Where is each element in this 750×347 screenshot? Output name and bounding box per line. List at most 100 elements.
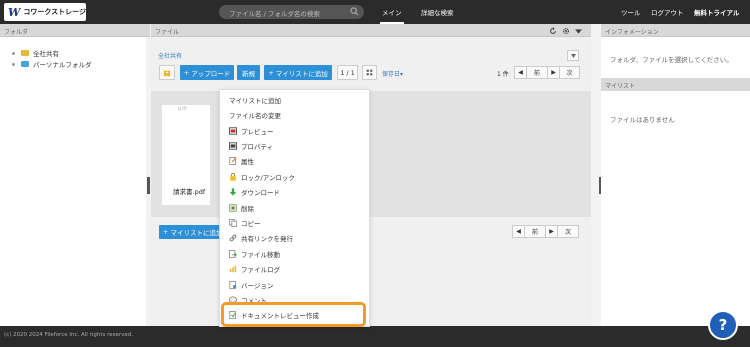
tree-item-personal-folder[interactable]: パーソナルフォルダ (12, 59, 92, 69)
logo-text: コワークストレージ (23, 8, 87, 16)
link-icon (229, 234, 237, 242)
download-icon (229, 188, 237, 196)
ctx-label: 属性 (241, 158, 254, 166)
attribute-icon (229, 157, 237, 165)
search-input[interactable]: ファイル名 / フォルダ名の検索 (219, 5, 364, 19)
upload-label: アップロード (191, 69, 231, 78)
ctx-label: 共有リンクを発行 (241, 235, 293, 243)
gear-icon[interactable] (562, 27, 570, 35)
new-button[interactable]: 新規 (237, 65, 260, 80)
help-button[interactable]: ? (708, 310, 738, 340)
ctx-rename[interactable]: ファイル名の変更 (229, 110, 281, 120)
ctx-properties[interactable]: プロパティ (229, 141, 273, 151)
prev-arrow-icon[interactable]: ◀ (513, 226, 525, 237)
new-label: 新規 (242, 69, 255, 78)
lock-icon (230, 173, 236, 181)
top-header: W コワークストレージ ファイル名 / フォルダ名の検索 メイン 詳細な検索 ツ… (0, 0, 750, 24)
info-panel-title: インフォメーション (605, 29, 659, 36)
grid-view-button[interactable] (362, 65, 377, 80)
nav-free-trial[interactable]: 無料トライアル (694, 7, 739, 17)
app-logo[interactable]: W コワークストレージ (4, 3, 86, 21)
prev-arrow-icon[interactable]: ◀ (515, 67, 527, 78)
chevron-down-icon (571, 54, 576, 58)
left-splitter-handle[interactable] (147, 177, 150, 194)
ctx-delete[interactable]: 削除 (229, 203, 254, 213)
file-name[interactable]: 請求書.pdf (173, 186, 205, 196)
file-panel-title: ファイル (155, 29, 180, 36)
folder-tree-panel (0, 37, 150, 326)
log-icon (229, 265, 237, 273)
add-mylist-button[interactable]: + マイリストに追加 (264, 65, 332, 80)
info-message: フォルダ、ファイルを選択してください。 (610, 56, 733, 64)
ctx-label: プレビュー (241, 128, 274, 136)
refresh-icon[interactable] (549, 27, 557, 35)
page-indicator-label: 1 / 1 (340, 68, 355, 77)
prev-button[interactable]: 前 (525, 226, 546, 237)
version-icon (229, 281, 237, 289)
file-list-panel: 全社共有 + アップロード 新規 + マイリストに追加 1 / 1 保存日▾ 1 件… (151, 37, 591, 326)
info-panel-header: インフォメーション (601, 24, 750, 37)
tree-item-label: パーソナルフォルダ (33, 61, 92, 69)
tree-bullet (12, 62, 15, 66)
folder-panel-header: フォルダ (0, 24, 150, 37)
next-button[interactable]: 次 (560, 67, 579, 78)
ctx-download[interactable]: ダウンロード (229, 187, 280, 197)
ctx-label: 削除 (241, 205, 254, 213)
ctx-label: マイリストに追加 (229, 97, 281, 105)
view-dropdown[interactable] (567, 50, 579, 61)
ctx-file-log[interactable]: ファイルログ (229, 264, 280, 274)
tree-item-label: 全社共有 (33, 50, 59, 58)
ctx-move-file[interactable]: ファイル移動 (229, 249, 280, 259)
next-arrow-icon[interactable]: ▶ (546, 226, 558, 237)
context-menu: マイリストに追加 ファイル名の変更 プレビュー プロパティ 属性 ロック/アンロ… (219, 89, 370, 327)
file-panel-header: ファイル (151, 24, 591, 37)
upload-button[interactable]: + アップロード (180, 65, 234, 80)
folder-up-button[interactable] (159, 65, 175, 80)
prev-button[interactable]: 前 (527, 67, 548, 78)
nav-tools[interactable]: ツール (621, 7, 641, 17)
ctx-attribute[interactable]: 属性 (229, 156, 254, 166)
search-placeholder: ファイル名 / フォルダ名の検索 (229, 10, 320, 18)
copyright: (c) 2020 2024 Fileforce Inc. All rights … (4, 332, 134, 338)
breadcrumb[interactable]: 全社共有 (158, 51, 182, 60)
nav-advanced-search[interactable]: 詳細な検索 (421, 7, 454, 17)
move-icon (229, 250, 237, 258)
ctx-label: ファイル移動 (241, 251, 280, 259)
highlight-box (221, 302, 366, 327)
ctx-add-mylist[interactable]: マイリストに追加 (229, 95, 281, 105)
top-pager: ◀ 前 ▶ 次 (514, 66, 580, 79)
grid-icon (366, 69, 373, 76)
search-icon[interactable] (350, 7, 359, 16)
ctx-share-link[interactable]: 共有リンクを発行 (229, 233, 293, 243)
file-grid: pdf 請求書.pdf (151, 91, 591, 217)
chevron-down-icon[interactable] (575, 29, 582, 34)
file-count: 1 件 (497, 71, 509, 78)
nav-logout[interactable]: ログアウト (651, 7, 684, 17)
sort-dropdown[interactable]: 保存日▾ (382, 69, 403, 78)
file-type-label: pdf (178, 106, 187, 112)
next-button[interactable]: 次 (558, 226, 578, 237)
page-indicator[interactable]: 1 / 1 (337, 65, 358, 80)
logo-mark: W (8, 5, 21, 19)
nav-main[interactable]: メイン (380, 7, 403, 24)
delete-icon (229, 204, 237, 212)
ctx-copy[interactable]: コピー (229, 218, 261, 228)
mylist-empty-message: ファイルはありません (610, 116, 675, 124)
copy-icon (229, 219, 237, 227)
add-mylist-bottom-button[interactable]: + マイリストに追加 (159, 225, 227, 239)
ctx-label: ダウンロード (241, 189, 280, 197)
help-icon: ? (718, 316, 728, 334)
folder-up-icon (163, 70, 171, 76)
next-arrow-icon[interactable]: ▶ (548, 67, 560, 78)
add-mylist-bottom-label: マイリストに追加 (170, 229, 223, 237)
ctx-version[interactable]: バージョン (229, 280, 273, 290)
add-mylist-label: マイリストに追加 (275, 69, 328, 78)
folder-panel-title: フォルダ (4, 29, 29, 36)
folder-icon (21, 50, 29, 56)
tree-bullet (12, 51, 15, 55)
folder-icon (21, 61, 29, 67)
ctx-lock-unlock[interactable]: ロック/アンロック (229, 172, 295, 182)
ctx-label: ファイルログ (241, 266, 280, 274)
ctx-preview[interactable]: プレビュー (229, 126, 274, 136)
tree-item-company-shared[interactable]: 全社共有 (12, 48, 59, 58)
